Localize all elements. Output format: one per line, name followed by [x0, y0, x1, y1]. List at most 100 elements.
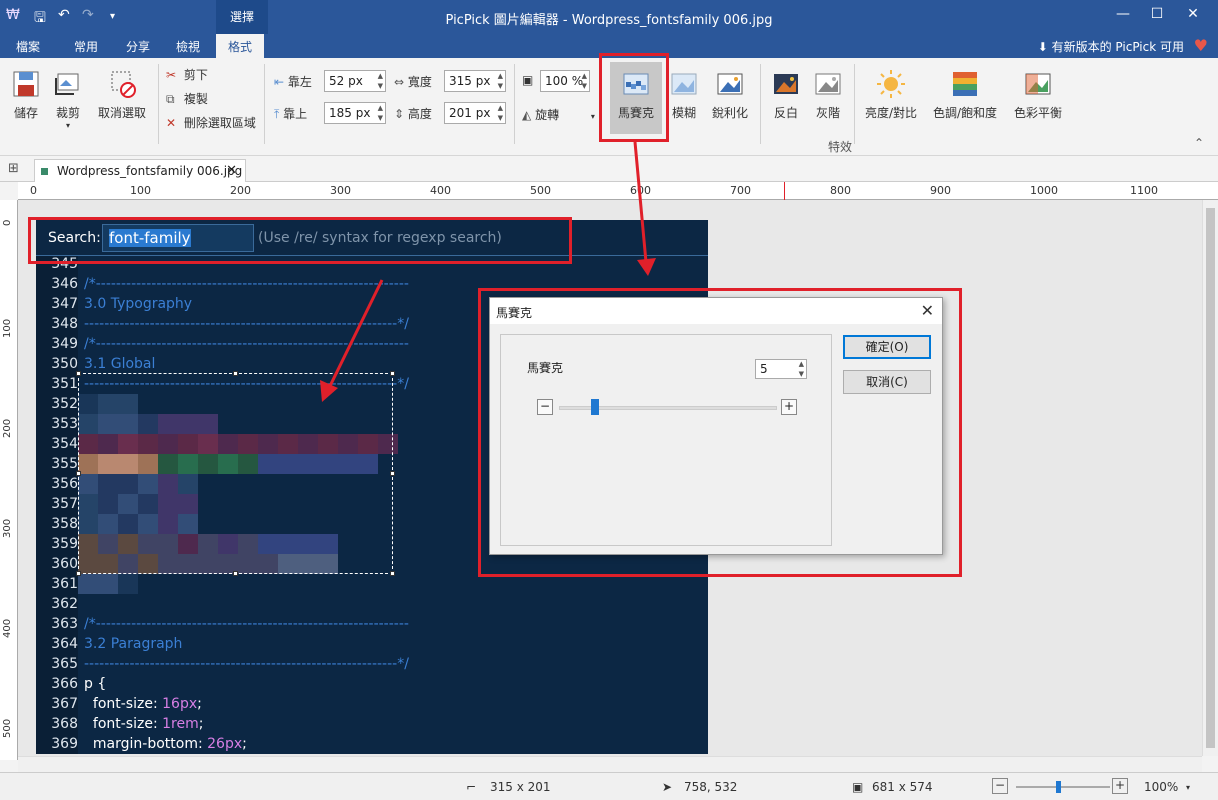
- document-tab[interactable]: Wordpress_fontsfamily 006.jpg ✕: [34, 159, 246, 182]
- delete-icon: ✕: [166, 116, 177, 130]
- line-text: 3.0 Typography: [84, 296, 193, 312]
- tab-share[interactable]: 分享: [126, 38, 150, 55]
- crop-dropdown-icon[interactable]: ▾: [50, 121, 86, 130]
- crop-icon: [55, 73, 79, 95]
- effects-group-label: 特效: [828, 140, 853, 154]
- highlight-dialog: [478, 288, 962, 577]
- zoom-level[interactable]: 100%: [1144, 780, 1178, 794]
- image-file-icon: [41, 168, 48, 175]
- tab-file[interactable]: 檔案: [16, 38, 40, 55]
- rotate-dropdown-icon: ▾: [590, 112, 595, 121]
- collapse-ribbon-icon[interactable]: ⌃: [1194, 136, 1204, 150]
- top-input[interactable]: 185 px ▲ ▼: [324, 102, 386, 124]
- effect-color-balance-button[interactable]: 色彩平衡: [1010, 68, 1066, 121]
- mosaic-block: [78, 574, 98, 594]
- line-number: 350: [51, 356, 78, 372]
- line-text: /*--------------------------------------…: [84, 336, 409, 352]
- maximize-button[interactable]: ☐: [1142, 6, 1172, 28]
- ruler-tick-label: 300: [330, 184, 351, 197]
- effect-grayscale-button[interactable]: 灰階: [810, 68, 846, 121]
- selection-handle[interactable]: [76, 571, 81, 576]
- line-text: 3.1 Global: [84, 356, 156, 372]
- line-number: 353: [51, 416, 78, 432]
- cursor-position: 758, 532: [684, 780, 738, 794]
- highlight-search-bar: [28, 217, 572, 264]
- heart-icon[interactable]: ♥: [1194, 36, 1208, 55]
- line-number: 361: [51, 576, 78, 592]
- save-icon: [13, 71, 39, 97]
- zoom-slider-thumb[interactable]: [1056, 781, 1061, 793]
- width-field-label: ⇔ 寬度: [394, 75, 432, 89]
- crop-button[interactable]: 裁剪 ▾: [50, 68, 86, 130]
- line-number: 348: [51, 316, 78, 332]
- grid-view-icon[interactable]: ⊞: [8, 161, 19, 176]
- close-button[interactable]: ✕: [1178, 6, 1208, 28]
- tab-view[interactable]: 檢視: [176, 38, 200, 55]
- effect-sharpen-button[interactable]: 銳利化: [710, 68, 750, 121]
- selection-handle[interactable]: [76, 471, 81, 476]
- image-size: 681 x 574: [872, 780, 933, 794]
- zoom-dropdown-icon[interactable]: ▾: [1186, 783, 1190, 792]
- tab-home[interactable]: 常用: [74, 38, 98, 55]
- selection-size-icon: ⌐: [466, 780, 477, 794]
- effect-hue-saturation-button[interactable]: 色調/飽和度: [930, 68, 1000, 121]
- vertical-scrollbar[interactable]: [1202, 200, 1218, 756]
- minimize-button[interactable]: —: [1108, 6, 1138, 28]
- selection-handle[interactable]: [233, 571, 238, 576]
- height-input[interactable]: 201 px ▲ ▼: [444, 102, 506, 124]
- scroll-thumb[interactable]: [1206, 208, 1215, 748]
- invert-icon: [774, 74, 798, 94]
- delete-selection-label: 刪除選取區域: [183, 116, 256, 130]
- deselect-button[interactable]: 取消選取: [96, 68, 148, 121]
- copy-label: 複製: [183, 92, 208, 106]
- image-size-icon: ▣: [852, 780, 864, 794]
- delete-selection-button[interactable]: ✕ 刪除選取區域: [166, 114, 256, 131]
- scissors-icon: ✂: [166, 68, 177, 82]
- ruler-tick-label: 200: [2, 418, 13, 438]
- code-line: 369 margin-bottom: 26px;: [36, 734, 708, 754]
- selection-size: 315 x 201: [490, 780, 551, 794]
- horizontal-scrollbar[interactable]: [18, 756, 1202, 772]
- numeric-value: 26px: [207, 736, 243, 752]
- close-tab-icon[interactable]: ✕: [226, 163, 237, 178]
- zoom-input[interactable]: 100 % ▲ ▼: [540, 70, 590, 92]
- selection-handle[interactable]: [233, 371, 238, 376]
- line-number: 352: [51, 396, 78, 412]
- ruler-cursor-marker: [784, 182, 785, 200]
- selection-handle[interactable]: [390, 571, 395, 576]
- separator: [514, 64, 515, 144]
- selection-handle[interactable]: [390, 371, 395, 376]
- ruler-tick-label: 900: [930, 184, 951, 197]
- selection-box[interactable]: [78, 373, 393, 574]
- spin-arrows-icon[interactable]: ▲ ▼: [498, 103, 503, 123]
- sun-icon: [877, 70, 905, 98]
- spin-arrows-icon[interactable]: ▲ ▼: [498, 71, 503, 91]
- cut-label: 剪下: [183, 68, 208, 82]
- selection-handle[interactable]: [76, 371, 81, 376]
- tab-format[interactable]: 格式: [216, 34, 265, 58]
- zoom-in-button[interactable]: +: [1112, 778, 1128, 794]
- rotate-button[interactable]: ◭ 旋轉 ▾: [522, 106, 595, 123]
- spin-arrows-icon[interactable]: ▲ ▼: [378, 103, 383, 123]
- cut-button[interactable]: ✂ 剪下: [166, 66, 208, 83]
- left-input[interactable]: 52 px ▲ ▼: [324, 70, 386, 92]
- zoom-slider[interactable]: [1016, 786, 1110, 788]
- selection-handle[interactable]: [390, 471, 395, 476]
- line-number: 369: [51, 736, 78, 752]
- line-number: 354: [51, 436, 78, 452]
- effect-invert-button[interactable]: 反白: [768, 68, 804, 121]
- copy-button[interactable]: ⧉ 複製: [166, 90, 208, 107]
- spin-arrows-icon[interactable]: ▲ ▼: [378, 71, 383, 91]
- save-button[interactable]: 儲存: [8, 68, 44, 121]
- effect-blur-button[interactable]: 模糊: [664, 68, 704, 121]
- update-notice[interactable]: ⬇ 有新版本的 PicPick 可用: [1038, 38, 1184, 55]
- save-label: 儲存: [13, 106, 38, 120]
- ruler-tick-label: 0: [2, 219, 13, 226]
- width-icon: ⇔: [394, 75, 405, 89]
- width-input[interactable]: 315 px ▲ ▼: [444, 70, 506, 92]
- separator: [264, 64, 265, 144]
- effect-brightness-button[interactable]: 亮度/對比: [862, 68, 920, 121]
- spin-arrows-icon[interactable]: ▲ ▼: [582, 71, 587, 91]
- top-field-label: ⤒ 靠上: [274, 107, 308, 121]
- zoom-out-button[interactable]: −: [992, 778, 1008, 794]
